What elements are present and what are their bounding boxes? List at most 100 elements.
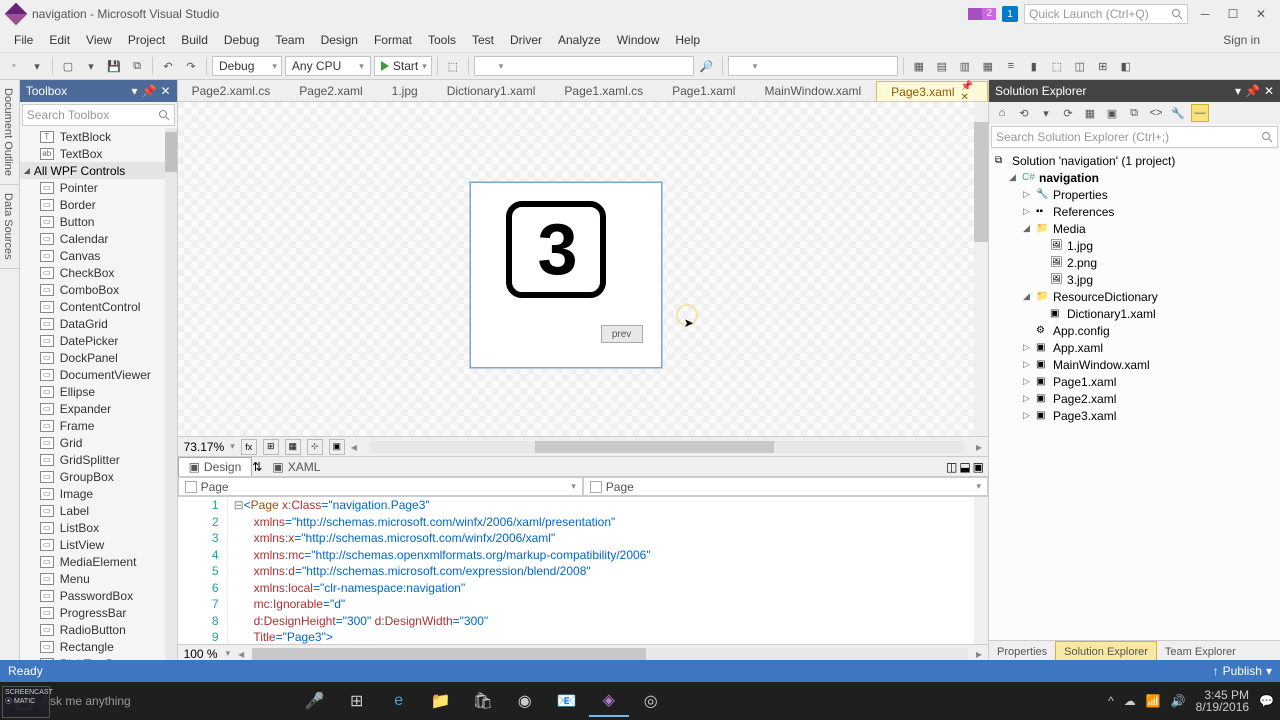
layout-7[interactable]: ⬚ [1047, 56, 1067, 76]
system-tray[interactable]: ^ ☁ 📶 🔊 3:45 PM8/19/2016 💬 [1108, 689, 1274, 713]
nav-back-button[interactable]: ◦ [4, 56, 24, 76]
publish-button[interactable]: ↑ Publish ▾ [1213, 664, 1272, 678]
toolbox-item[interactable]: ▭GridSplitter [20, 451, 177, 468]
toolbox-search[interactable]: Search Toolbox [22, 104, 175, 126]
doc-tab[interactable]: Page1.xaml [658, 81, 750, 101]
file-page1[interactable]: ▷▣Page1.xaml [989, 373, 1280, 390]
zoom-value[interactable]: 73.17% [184, 440, 225, 454]
file-appxaml[interactable]: ▷▣App.xaml [989, 339, 1280, 356]
outlook-icon[interactable]: 📧 [547, 685, 587, 717]
app-icon[interactable]: ◎ [631, 685, 671, 717]
doc-tab[interactable]: Page2.xaml [285, 81, 377, 101]
preview-icon[interactable]: ⧉ [1125, 104, 1143, 122]
edge-icon[interactable]: e [379, 685, 419, 717]
design-tab[interactable]: ▣ Design [178, 457, 253, 476]
save-button[interactable]: 💾 [104, 56, 124, 76]
layout-5[interactable]: ≡ [1001, 56, 1021, 76]
prev-button[interactable]: prev [601, 325, 643, 343]
notification-badge[interactable]: 1 [1002, 6, 1018, 22]
rail-data-sources[interactable]: Data Sources [0, 185, 19, 269]
toolbox-item[interactable]: ▭GroupBox [20, 468, 177, 485]
file-page2[interactable]: ▷▣Page2.xaml [989, 390, 1280, 407]
toolbox-item[interactable]: ▭ListBox [20, 519, 177, 536]
close-icon[interactable]: ✕ [1264, 84, 1274, 98]
toolbox-item[interactable]: ▭Canvas [20, 247, 177, 264]
toolbox-item[interactable]: ▭Frame [20, 417, 177, 434]
explorer-icon[interactable]: 📁 [421, 685, 461, 717]
toolbox-item[interactable]: TTextBlock [20, 128, 177, 145]
volume-icon[interactable]: 🔊 [1171, 694, 1186, 708]
tool-find[interactable]: 🔎 [697, 56, 717, 76]
scope-dropdown[interactable]: ▾ [474, 56, 694, 76]
code-text[interactable]: ⊟<Page x:Class="navigation.Page3" xmlns=… [228, 497, 988, 644]
doc-tab[interactable]: Page2.xaml.cs [178, 81, 286, 101]
chrome-icon[interactable]: ◉ [505, 685, 545, 717]
toolbox-scrollbar[interactable] [165, 128, 177, 662]
toolbox-item[interactable]: ▭PasswordBox [20, 587, 177, 604]
menu-project[interactable]: Project [120, 31, 173, 49]
menu-view[interactable]: View [78, 31, 120, 49]
context-dropdown[interactable]: ▾ [728, 56, 898, 76]
doc-tab[interactable]: MainWindow.xaml [750, 81, 876, 101]
menu-format[interactable]: Format [366, 31, 420, 49]
onedrive-icon[interactable]: ☁ [1124, 694, 1136, 708]
file-1jpg[interactable]: 🖼1.jpg [989, 237, 1280, 254]
code-scrollbar[interactable] [974, 497, 988, 644]
xaml-code-editor[interactable]: 123456789 ⊟<Page x:Class="navigation.Pag… [178, 496, 988, 644]
doc-tab[interactable]: Dictionary1.xaml [433, 81, 551, 101]
tab-team-explorer[interactable]: Team Explorer [1157, 641, 1244, 662]
pane-menu-icon[interactable]: ▾ [132, 84, 138, 98]
toolbox-item[interactable]: ▭DatePicker [20, 332, 177, 349]
split-v[interactable]: ⬓ [959, 460, 970, 474]
xaml-tab[interactable]: ▣ XAML [262, 457, 330, 476]
xaml-scope-left[interactable]: Page▾ [178, 477, 583, 496]
save-all-button[interactable]: ⧉ [127, 56, 147, 76]
rail-document-outline[interactable]: Document Outline [0, 80, 19, 185]
toolbox-category[interactable]: ◢All WPF Controls [20, 162, 177, 179]
minimize-button[interactable]: ─ [1194, 5, 1216, 23]
toolbox-item[interactable]: ▭RadioButton [20, 621, 177, 638]
file-dictionary1[interactable]: ▣Dictionary1.xaml [989, 305, 1280, 322]
start-button[interactable]: Start▾ [374, 56, 432, 76]
toolbox-item[interactable]: ▭DataGrid [20, 315, 177, 332]
close-icon[interactable]: ✕ [161, 84, 171, 98]
refresh-icon[interactable]: ⟳ [1059, 104, 1077, 122]
pin-icon[interactable]: 📌 [142, 84, 157, 98]
toolbox-item[interactable]: ▭ProgressBar [20, 604, 177, 621]
layout-10[interactable]: ◧ [1116, 56, 1136, 76]
selected-tool-icon[interactable]: — [1191, 104, 1209, 122]
sign-in-link[interactable]: Sign in [1209, 31, 1274, 49]
toolbox-item[interactable]: ▭Ellipse [20, 383, 177, 400]
code-hscroll[interactable] [252, 648, 968, 660]
code-zoom[interactable]: 100 % [184, 647, 218, 661]
wifi-icon[interactable]: 📶 [1146, 694, 1161, 708]
toolbox-item[interactable]: ▭Button [20, 213, 177, 230]
toolbox-item[interactable]: abTextBox [20, 145, 177, 162]
guides-toggle[interactable]: ▣ [329, 439, 345, 455]
doc-tab[interactable]: 1.jpg [378, 81, 433, 101]
layout-1[interactable]: ▦ [909, 56, 929, 76]
tab-properties[interactable]: Properties [989, 641, 1055, 662]
new-project-button[interactable]: ▢ [58, 56, 78, 76]
tab-solution-explorer[interactable]: Solution Explorer [1055, 641, 1157, 662]
snap-toggle[interactable]: ▦ [285, 439, 301, 455]
layout-3[interactable]: ▥ [955, 56, 975, 76]
taskview-icon[interactable]: ⊞ [337, 685, 377, 717]
xaml-designer[interactable]: 3 prev ➤ [178, 102, 988, 436]
nav-fwd-button[interactable]: ▾ [27, 56, 47, 76]
wrench-icon[interactable]: 🔧 [1169, 104, 1187, 122]
effects-toggle[interactable]: fx [241, 439, 257, 455]
file-page3[interactable]: ▷▣Page3.xaml [989, 407, 1280, 424]
designer-scrollbar[interactable] [974, 102, 988, 436]
toolbox-item[interactable]: ▭Calendar [20, 230, 177, 247]
layout-6[interactable]: ▮ [1024, 56, 1044, 76]
toolbox-item[interactable]: ▭MediaElement [20, 553, 177, 570]
file-2png[interactable]: 🖼2.png [989, 254, 1280, 271]
toolbox-item[interactable]: ▭CheckBox [20, 264, 177, 281]
menu-window[interactable]: Window [609, 31, 668, 49]
resdict-folder[interactable]: ◢📁ResourceDictionary [989, 288, 1280, 305]
properties-node[interactable]: ▷🔧Properties [989, 186, 1280, 203]
maximize-button[interactable]: ☐ [1222, 5, 1244, 23]
tool-1[interactable]: ⬚ [443, 56, 463, 76]
notifications-icon[interactable]: 💬 [1259, 694, 1274, 708]
